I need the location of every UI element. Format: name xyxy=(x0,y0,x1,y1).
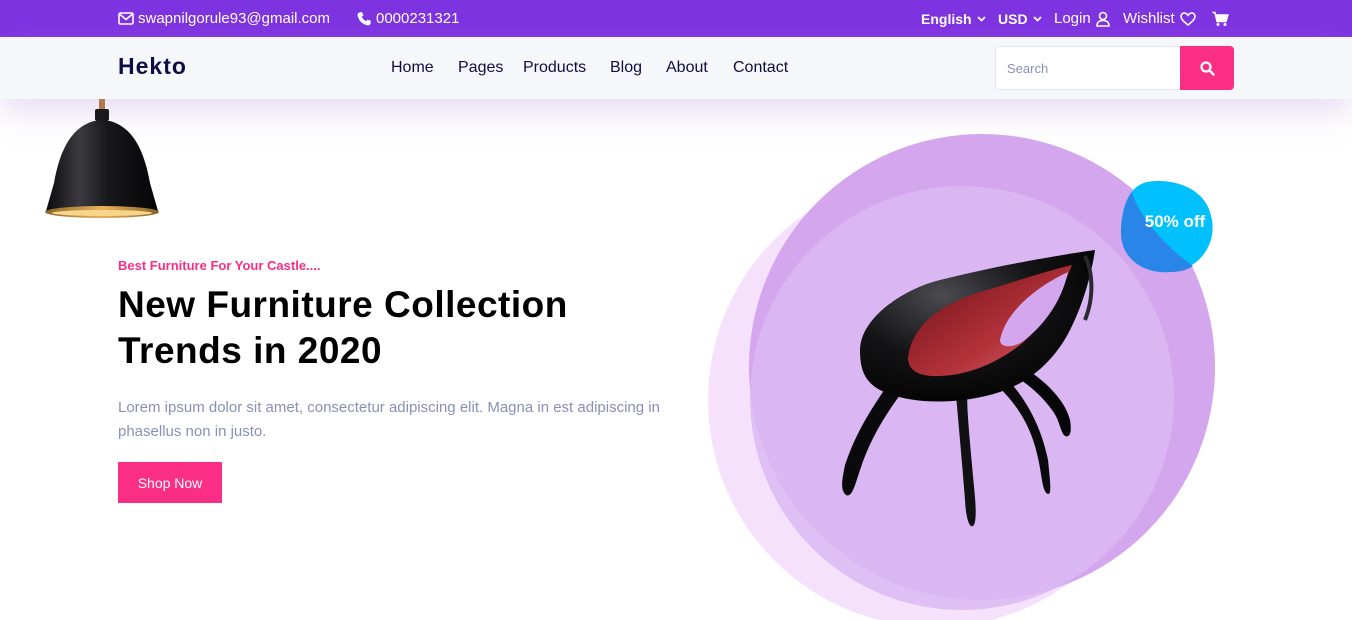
chevron-down-icon xyxy=(976,15,986,22)
login-label: Login xyxy=(1054,10,1091,27)
language-select[interactable]: English xyxy=(921,0,990,37)
chevron-down-icon xyxy=(1032,15,1042,22)
currency-select[interactable]: USD xyxy=(998,0,1046,37)
hero-product-image xyxy=(708,134,1215,620)
hero-description: Lorem ipsum dolor sit amet, consectetur … xyxy=(118,399,660,440)
phone-text: 0000231321 xyxy=(376,10,460,27)
phone-icon xyxy=(357,11,371,25)
hero-tagline: Best Furniture For Your Castle.... xyxy=(118,258,321,273)
user-icon xyxy=(1095,11,1110,27)
discount-badge-text: 50% off xyxy=(1144,212,1206,231)
site-logo[interactable]: Hekto xyxy=(118,53,187,80)
email-text: swapnilgorule93@gmail.com xyxy=(138,10,330,27)
top-bar: swapnilgorule93@gmail.com 0000231321 Eng… xyxy=(0,0,1352,37)
contact-email[interactable]: swapnilgorule93@gmail.com xyxy=(118,0,330,37)
search-button[interactable] xyxy=(1180,46,1234,90)
heart-icon xyxy=(1179,11,1196,26)
pendant-lamp-image xyxy=(45,99,159,218)
shop-now-button[interactable]: Shop Now xyxy=(118,462,222,503)
nav-about[interactable]: About xyxy=(666,59,708,77)
wishlist-label: Wishlist xyxy=(1123,10,1175,27)
language-label: English xyxy=(921,10,972,27)
login-link[interactable]: Login xyxy=(1054,0,1114,37)
nav-pages[interactable]: Pages xyxy=(458,59,503,77)
nav-products[interactable]: Products xyxy=(523,59,586,77)
hero-headline-line-2: Trends in 2020 xyxy=(118,330,383,371)
hero-headline: New Furniture Collection Trends in 2020 xyxy=(118,282,698,374)
contact-phone[interactable]: 0000231321 xyxy=(356,0,459,37)
nav-blog[interactable]: Blog xyxy=(610,59,642,77)
hero-headline-line-1: New Furniture Collection xyxy=(118,284,568,325)
cart-icon xyxy=(1212,11,1229,26)
mail-icon xyxy=(118,12,134,25)
main-navbar: Hekto Home Pages Products Blog About Con… xyxy=(0,37,1352,99)
nav-home[interactable]: Home xyxy=(391,59,434,77)
wishlist-link[interactable]: Wishlist xyxy=(1123,0,1200,37)
cart-button[interactable] xyxy=(1212,0,1233,37)
search-input[interactable] xyxy=(995,46,1181,90)
currency-label: USD xyxy=(998,10,1028,27)
nav-contact[interactable]: Contact xyxy=(733,59,788,77)
search-icon xyxy=(1199,60,1215,76)
